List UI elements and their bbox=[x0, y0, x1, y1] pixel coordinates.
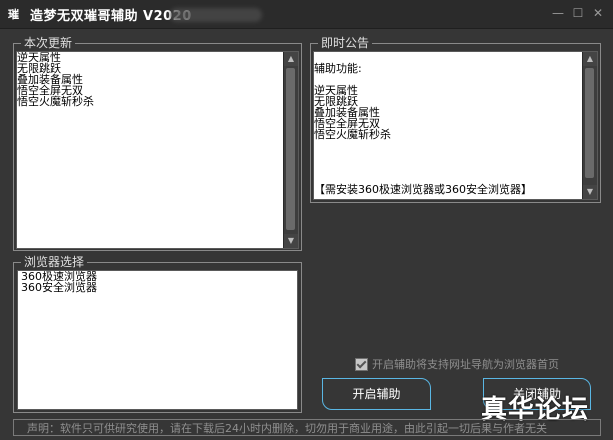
update-list[interactable]: 逆天属性 无限跳跃 叠加装备属性 悟空全屏无双 悟空火魔斩秒杀 ▲ ▼ bbox=[16, 51, 299, 249]
homepage-checkbox-label: 开启辅助将支持网址导航为浏览器首页 bbox=[372, 358, 559, 371]
start-assist-button[interactable]: 开启辅助 bbox=[322, 378, 431, 410]
close-icon[interactable]: ✕ bbox=[590, 5, 606, 21]
notice-line bbox=[314, 140, 597, 151]
notice-line: 悟空火魔斩秒杀 bbox=[314, 128, 391, 141]
notice-line bbox=[314, 151, 597, 162]
browser-group-label: 浏览器选择 bbox=[21, 256, 88, 268]
list-item: 悟空火魔斩秒杀 bbox=[17, 95, 94, 108]
scroll-down-icon[interactable]: ▼ bbox=[583, 185, 597, 199]
homepage-checkbox[interactable] bbox=[355, 357, 368, 371]
homepage-checkbox-row[interactable]: 开启辅助将支持网址导航为浏览器首页 bbox=[355, 357, 559, 371]
scroll-up-icon[interactable]: ▲ bbox=[284, 52, 298, 66]
browser-option[interactable]: 360安全浏览器 bbox=[18, 282, 297, 293]
update-group-label: 本次更新 bbox=[21, 37, 76, 49]
notice-line: 辅助功能: bbox=[314, 62, 362, 75]
notice-textbox[interactable]: 辅助功能: 逆天属性 无限跳跃 叠加装备属性 悟空全屏无双 悟空火魔斩秒杀 【需… bbox=[313, 51, 598, 200]
update-scrollbar[interactable]: ▲ ▼ bbox=[283, 52, 298, 248]
scroll-down-icon[interactable]: ▼ bbox=[284, 234, 298, 248]
window-title: 造梦无双璀哥辅助 V2020 bbox=[30, 9, 192, 24]
maximize-icon[interactable]: ☐ bbox=[570, 5, 586, 21]
notice-group-label: 即时公告 bbox=[318, 37, 373, 49]
scroll-thumb[interactable] bbox=[286, 68, 295, 230]
scroll-thumb[interactable] bbox=[585, 68, 594, 178]
scroll-up-icon[interactable]: ▲ bbox=[583, 52, 597, 66]
blurred-region bbox=[170, 8, 262, 22]
notice-line: 【需安装360极速浏览器或360安全浏览器】 bbox=[314, 183, 532, 196]
minimize-icon[interactable]: — bbox=[550, 5, 566, 21]
notice-scrollbar[interactable]: ▲ ▼ bbox=[582, 52, 597, 199]
browser-list[interactable]: 360极速浏览器 360安全浏览器 bbox=[17, 270, 298, 410]
disclaimer-text: 声明：软件只可供研究使用，请在下载后24小时内删除，切勿用于商业用途，由此引起一… bbox=[27, 422, 547, 435]
app-icon: 璀 bbox=[8, 8, 19, 21]
notice-line bbox=[314, 162, 597, 173]
title-bar[interactable]: 璀 造梦无双璀哥辅助 V2020 — ☐ ✕ bbox=[0, 0, 613, 29]
